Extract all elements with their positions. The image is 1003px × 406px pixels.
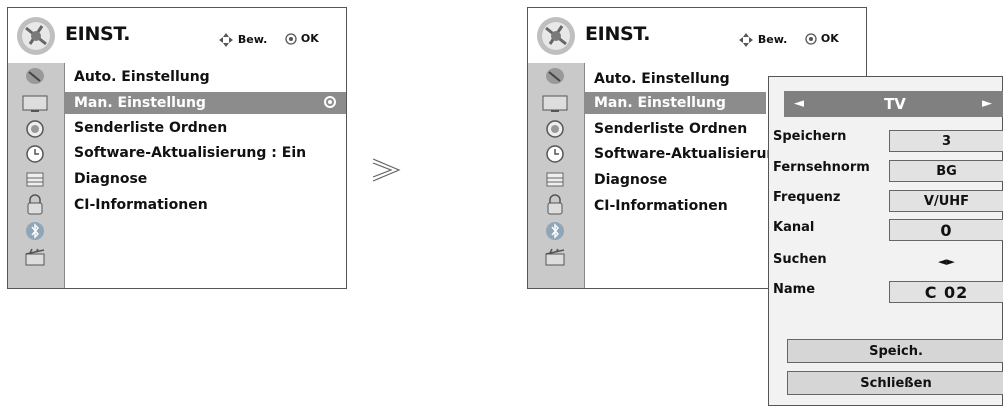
menu-sidebar xyxy=(528,63,585,288)
lock-box-icon[interactable] xyxy=(17,169,53,189)
menu-item-man-einstellung[interactable]: Man. Einstellung xyxy=(584,92,766,114)
row-fernsehnorm: Fernsehnorm BG xyxy=(769,157,1003,182)
satellite-dish-icon[interactable] xyxy=(17,66,53,86)
source-selector[interactable]: ◄ TV ► xyxy=(784,91,1003,117)
satellite-logo-icon xyxy=(17,17,55,55)
menu-item-ci-informationen[interactable]: CI-Informationen xyxy=(64,194,346,216)
hint-move-label: Bew. xyxy=(237,33,268,46)
hint-move-label: Bew. xyxy=(757,33,788,46)
clapperboard-icon[interactable] xyxy=(17,247,53,267)
store-button[interactable]: Speich. xyxy=(787,339,1003,363)
menu-item-diagnose[interactable]: Diagnose xyxy=(64,168,346,190)
clock-icon[interactable] xyxy=(537,144,573,164)
satellite-logo-icon xyxy=(537,17,575,55)
hint-move: Bew. xyxy=(738,32,787,48)
menu-header: EINST. Bew. OK xyxy=(528,8,866,63)
menu-title: EINST. xyxy=(65,23,131,45)
search-arrows-icon[interactable]: ◄► xyxy=(889,251,1003,273)
menu-title: EINST. xyxy=(585,23,651,45)
speaker-icon[interactable] xyxy=(537,119,573,139)
menu-item-man-einstellung[interactable]: Man. Einstellung xyxy=(64,92,346,114)
clock-icon[interactable] xyxy=(17,144,53,164)
speaker-icon[interactable] xyxy=(17,119,53,139)
next-arrow-icon[interactable]: ► xyxy=(982,96,992,111)
row-label: Name xyxy=(773,282,816,297)
kanal-value[interactable]: 0 xyxy=(889,219,1003,241)
hint-ok-label: OK xyxy=(820,32,839,45)
row-kanal: Kanal 0 xyxy=(769,217,1003,241)
hint-ok-label: OK xyxy=(300,32,319,45)
row-frequenz: Frequenz V/UHF xyxy=(769,187,1003,212)
bluetooth-icon[interactable] xyxy=(17,221,53,241)
ok-button-icon xyxy=(285,33,297,45)
row-label: Frequenz xyxy=(773,190,841,205)
hint-ok: OK xyxy=(805,32,839,45)
tv-icon[interactable] xyxy=(537,94,573,114)
hint-move: Bew. xyxy=(218,32,267,48)
tv-icon[interactable] xyxy=(17,94,53,114)
name-value[interactable]: C 02 xyxy=(889,281,1003,303)
close-button[interactable]: Schließen xyxy=(787,371,1003,395)
menu-item-software-aktualisierung[interactable]: Software-Aktualisierung : Ein xyxy=(64,142,346,164)
fernsehnorm-value[interactable]: BG xyxy=(889,160,1003,182)
menu-item-auto-einstellung[interactable]: Auto. Einstellung xyxy=(64,66,346,88)
menu-sidebar xyxy=(8,63,65,288)
lock-box-icon[interactable] xyxy=(537,169,573,189)
ok-button-icon xyxy=(805,33,817,45)
setup-menu-left: EINST. Bew. OK Auto. Einstellung Man. Ei… xyxy=(7,7,347,289)
row-label: Speichern xyxy=(773,129,847,144)
ok-indicator-icon xyxy=(324,96,336,108)
row-speichern: Speichern 3 xyxy=(769,126,1003,152)
next-step-arrow-icon xyxy=(372,158,401,182)
source-value: TV xyxy=(884,95,906,113)
row-name: Name C 02 xyxy=(769,279,1003,303)
menu-item-senderliste-ordnen[interactable]: Senderliste Ordnen xyxy=(64,117,346,139)
padlock-icon[interactable] xyxy=(537,194,573,215)
row-label: Suchen xyxy=(773,252,827,267)
dpad-icon xyxy=(219,33,233,47)
bluetooth-icon[interactable] xyxy=(537,221,573,241)
padlock-icon[interactable] xyxy=(17,194,53,215)
speichern-value[interactable]: 3 xyxy=(889,130,1003,152)
satellite-dish-icon[interactable] xyxy=(537,66,573,86)
frequenz-value[interactable]: V/UHF xyxy=(889,190,1003,212)
menu-header: EINST. Bew. OK xyxy=(8,8,346,63)
manual-tuning-panel: ◄ TV ► Speichern 3 Fernsehnorm BG Freque… xyxy=(768,76,1003,406)
row-suchen: Suchen ◄► xyxy=(769,249,1002,273)
hint-ok: OK xyxy=(285,32,319,45)
row-label: Fernsehnorm xyxy=(773,160,870,175)
clapperboard-icon[interactable] xyxy=(537,247,573,267)
dpad-icon xyxy=(739,33,753,47)
row-label: Kanal xyxy=(773,220,815,235)
